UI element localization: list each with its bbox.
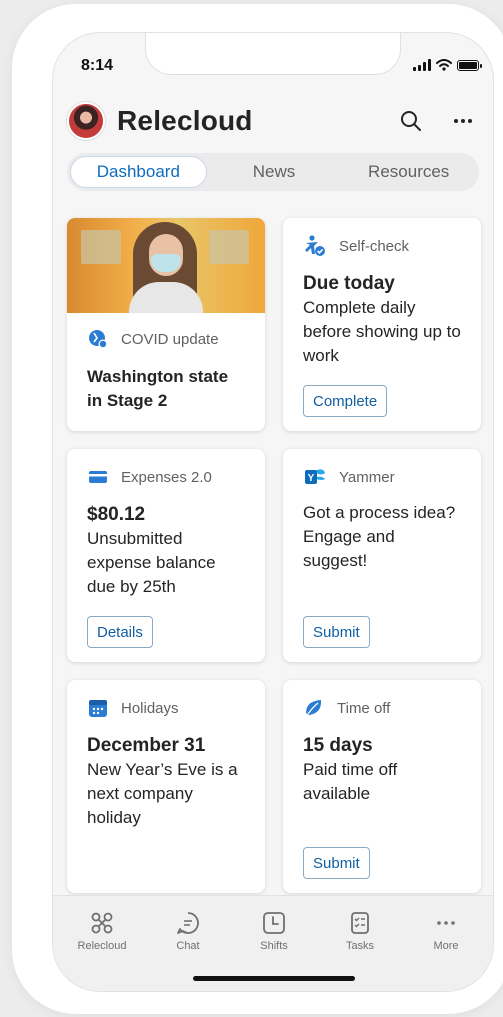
tab-resources[interactable]: Resources [341,156,476,188]
bottom-tab-bar: Relecloud Chat Shifts Tasks More [53,895,493,991]
status-time: 8:14 [81,57,114,74]
more-icon [437,921,455,925]
phone-frame: 8:14 Relecloud Dashboard News Resources … [12,4,503,1014]
signal-icon [413,59,431,71]
tabbar-label: Relecloud [77,940,127,952]
tabbar-item-tasks[interactable]: Tasks [325,910,395,952]
self-check-card[interactable]: Self-check Due today Complete daily befo… [283,218,481,431]
card-title: December 31 [87,735,206,756]
card-text: Got a process idea? Engage and suggest! [303,503,456,570]
tabbar-item-chat[interactable]: Chat [153,910,223,952]
app-screen: 8:14 Relecloud Dashboard News Resources … [52,32,494,992]
device-notch [145,33,401,75]
tab-dashboard[interactable]: Dashboard [70,156,207,188]
app-header: Relecloud [67,99,481,143]
relecloud-icon [91,912,113,934]
card-title: Due today [303,273,395,294]
app-title: Relecloud [117,105,253,136]
expenses-card[interactable]: Expenses 2.0 $80.12 Unsubmitted expense … [67,449,265,662]
card-text: Complete daily before showing up to work [303,298,461,365]
time-off-card[interactable]: Time off 15 days Paid time off available… [283,680,481,893]
ellipsis-icon [454,119,472,123]
card-app-name: Self-check [339,237,410,255]
svg-text:Y: Y [308,473,315,484]
more-options-button[interactable] [449,107,477,135]
leaf-icon [306,700,322,715]
yammer-card[interactable]: Y Yammer Got a process idea? Engage and … [283,449,481,662]
shifts-icon [263,912,285,934]
self-check-icon [305,235,325,256]
submit-button[interactable]: Submit [303,847,370,879]
card-text: New Year’s Eve is a next company holiday [87,760,238,827]
card-title: 15 days [303,735,373,756]
card-text: Paid time off available [303,760,398,803]
tabbar-item-shifts[interactable]: Shifts [239,910,309,952]
tabbar-item-more[interactable]: More [411,910,481,952]
tabbar-label: Chat [176,940,200,952]
status-icons [413,59,482,71]
wifi-icon [436,59,452,71]
card-title: Washington state in Stage 2 [87,367,229,410]
search-icon [401,111,421,131]
chat-icon [177,912,199,934]
complete-button[interactable]: Complete [303,385,388,417]
tabbar-label: More [433,940,459,952]
header-actions [397,107,477,135]
details-button[interactable]: Details [87,616,153,648]
battery-icon [457,59,482,71]
card-text: Unsubmitted expense balance due by 25th [87,529,216,596]
dashboard-grid: COVID update Washington state in Stage 2 [67,218,481,893]
tabbar-label: Tasks [345,940,375,952]
avatar[interactable] [67,102,105,140]
holidays-card[interactable]: Holidays December 31 New Year’s Eve is a… [67,680,265,893]
card-app-name: Holidays [121,699,179,717]
home-indicator[interactable] [193,976,355,981]
covid-update-card[interactable]: COVID update Washington state in Stage 2 [67,218,265,431]
card-app-name: Expenses 2.0 [121,468,212,486]
card-title: $80.12 [87,504,146,525]
covid-icon [89,330,108,349]
tabbar-item-relecloud[interactable]: Relecloud [67,910,137,952]
card-app-name: COVID update [121,330,219,348]
card-app-name: Yammer [339,468,395,486]
search-button[interactable] [397,107,425,135]
submit-button[interactable]: Submit [303,616,370,648]
credit-card-icon [89,471,107,483]
yammer-icon: Y [305,469,325,484]
tabbar-label: Shifts [260,940,288,952]
covid-photo [67,218,265,313]
card-app-name: Time off [337,699,391,717]
tasks-icon [351,912,369,934]
tab-news[interactable]: News [207,156,342,188]
tab-bar: Dashboard News Resources [67,153,479,191]
calendar-icon [89,700,107,717]
